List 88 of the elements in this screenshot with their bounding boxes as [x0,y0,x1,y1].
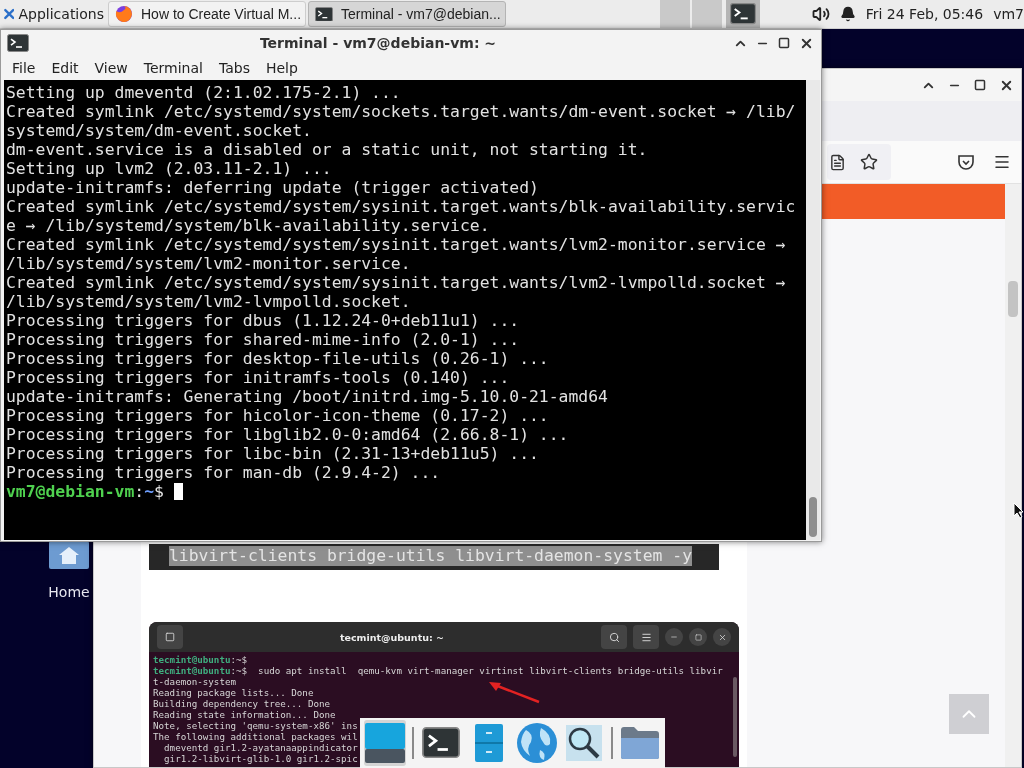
terminal-line: :~$ sudo apt install qemu-kvm virt-manager virtinst libvirt-clients bridge-utils libvir [230,665,723,676]
prompt-user: tecmint@ubuntu [153,665,231,676]
terminal-line: Setting up lvm2 (2.03.11-2.1) ... [6,159,333,178]
terminal-line: e → /lib/systemd/system/blk-availability.service. [6,216,491,235]
terminal-icon [315,6,333,22]
desktop-icon [364,722,406,764]
bell-icon[interactable] [839,6,856,22]
pocket-icon[interactable] [957,153,975,171]
menu-icon [640,631,652,643]
terminal-icon [7,34,29,52]
terminal-line: Created symlink /etc/systemd/system/sockets.target.wants/dm-event.socket → /lib/ [6,102,797,121]
terminal-line: Processing triggers for shared-mime-info (2.0-1) ... [6,330,521,349]
menu-icon[interactable] [993,153,1011,171]
terminal-line: Processing triggers for desktop-file-utils (0.26-1) ... [6,349,550,368]
search-icon [565,724,604,762]
menu-item[interactable]: Tabs [211,58,257,78]
terminal-line: Setting up dmeventd (2:1.02.175-2.1) ... [6,83,402,102]
terminal-line: dm-event.service is a disabled or a static unit, not starting it. [6,140,649,159]
terminal-line: /lib/systemd/system/lvm2-lvmpolld.socket. [6,292,412,311]
menu-item[interactable]: Edit [44,58,86,78]
terminal-line: Processing triggers for dbus (1.12.24-0+deb11u1) ... [6,311,521,330]
applications-menu[interactable]: Applications [0,1,108,27]
terminal-line: :~$ [230,654,248,665]
menu-item[interactable]: View [87,58,135,78]
terminal-line: Processing triggers for libglib2.0-0:amd64 (2.66.8-1) ... [6,425,570,444]
scrollbar-thumb[interactable] [809,497,817,537]
scrollbar-thumb[interactable] [1008,281,1018,317]
code-text: libvirt-clients bridge-utils libvirt-daemon-system -y [169,546,692,566]
user-name[interactable]: vm7 [993,6,1024,22]
terminal-line: Building dependency tree... Done [153,698,331,709]
search-button[interactable] [601,625,627,649]
prompt-separator: : [134,482,145,501]
tray-item[interactable] [725,0,760,28]
volume-icon[interactable] [811,5,830,23]
window-title: Terminal - vm7@debian-vm: ~ [258,35,498,51]
search-icon [608,631,620,643]
menu-item[interactable]: File [5,58,43,78]
menu-item[interactable]: Help [258,58,305,78]
taskbar-button[interactable]: Terminal - vm7@debian... [308,1,506,27]
terminal-line: Processing triggers for initramfs-tools (0.140) ... [6,368,511,387]
new-tab-button[interactable] [157,625,183,649]
prompt-user: tecmint@ubuntu [153,654,231,665]
logo-icon [4,6,15,22]
terminal-line: dmeventd gir1.2-ayatanaappindicator [163,742,359,753]
close-icon [717,632,727,642]
pointer-arrow [487,680,541,704]
terminal-line: gir1.2-libvirt-glib-1.0 gir1.2-spic [163,753,359,764]
minimize-icon [670,633,678,641]
folder-icon [620,726,661,760]
url-field[interactable] [827,144,891,180]
menu-item[interactable]: Terminal [136,58,210,78]
browser-icon [115,5,133,23]
terminal-line: Processing triggers for libc-bin (2.31-13+deb11u5) ... [6,444,540,463]
terminal-line: Created symlink /etc/systemd/system/sysinit.target.wants/blk-availability.servic [6,197,797,216]
maximize-icon [974,79,986,91]
terminal-line: /lib/systemd/system/lvm2-monitor.service. [6,254,412,273]
star-icon[interactable] [859,152,879,172]
close-button[interactable] [713,628,731,646]
terminal-line: Created symlink /etc/systemd/system/sysinit.target.wants/lvm2-monitor.service → [6,235,787,254]
home-folder-icon[interactable] [48,540,90,570]
file-cabinet-icon [473,723,504,763]
terminal-line: Processing triggers for hicolor-icon-theme (0.17-2) ... [6,406,550,425]
taskbar-button[interactable]: How to Create Virtual M... [108,1,306,27]
terminal-line: Created symlink /etc/systemd/system/sysinit.target.wants/lvm2-lvmpolld.socket → [6,273,787,292]
terminal-line: Note, selecting 'qemu-system-x86' ins [153,720,359,731]
terminal-icon [421,727,460,759]
prompt-path: ~ [144,482,155,501]
terminal-line: update-initramfs: Generating /boot/initrd.img-5.10.0-21-amd64 [6,387,609,406]
dock-item[interactable] [364,720,406,766]
prompt-user: vm7@debian-vm [6,482,135,501]
screenshot-title: tecmint@ubuntu: ~ [338,631,445,643]
terminal-line: Processing triggers for man-db (2.9.4-2) ... [6,463,442,482]
maximize-icon [694,633,702,641]
prompt-symbol: $ [154,482,164,501]
terminal-line: The following additional packages wil [153,731,359,742]
maximize-icon [778,37,790,49]
menu-button[interactable] [633,625,659,649]
desktop-icon-label[interactable]: Home [48,584,90,600]
globe-icon [515,722,558,764]
terminal-line: Reading state information... Done [153,709,337,720]
terminal-icon [729,3,756,25]
terminal-line: update-initramfs: deferring update (trigger activated) [6,178,540,197]
clock[interactable]: Fri 24 Feb, 05:46 [865,6,984,22]
terminal-line: systemd/system/dm-event.socket. [6,121,313,140]
terminal-line: t-daemon-system [153,676,237,687]
terminal-line: Reading package lists... Done [153,687,315,698]
text-cursor [173,483,183,500]
new-tab-icon [165,632,175,642]
